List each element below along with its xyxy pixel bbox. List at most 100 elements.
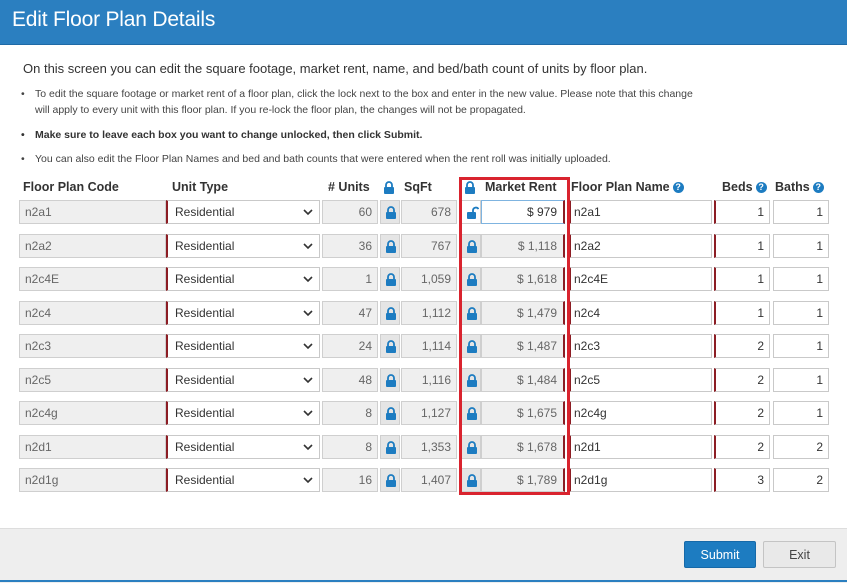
beds-field[interactable]: 2 (714, 434, 770, 459)
sqft-field[interactable]: 1,112 (401, 300, 457, 325)
sqft-field[interactable]: 1,059 (401, 267, 457, 291)
market-rent-field[interactable]: $ 1,618 (481, 267, 565, 291)
unit-type-value: Residential (175, 339, 235, 353)
floor-plan-code-field: n2a1 (19, 200, 166, 224)
sqft-lock-icon[interactable] (380, 267, 400, 291)
unit-type-select[interactable]: Residential (166, 367, 320, 392)
instructions-list: • To edit the square footage or market re… (20, 86, 700, 167)
market-rent-field[interactable]: $ 979 (481, 200, 565, 224)
header-baths: Baths? (775, 180, 824, 194)
help-icon[interactable]: ? (812, 182, 824, 193)
rent-unlock-icon[interactable] (461, 200, 481, 224)
instruction-text: You can also edit the Floor Plan Names a… (35, 153, 611, 165)
baths-field[interactable]: 1 (773, 401, 829, 425)
sqft-lock-icon[interactable] (380, 200, 400, 224)
rent-lock-icon[interactable] (461, 401, 481, 425)
beds-field[interactable]: 2 (714, 367, 770, 392)
sqft-header-lock-icon[interactable] (383, 181, 395, 194)
sqft-lock-icon[interactable] (380, 401, 400, 425)
unit-type-value: Residential (175, 238, 235, 253)
unit-type-value: Residential (175, 372, 235, 387)
units-field: 8 (322, 434, 378, 459)
baths-field[interactable]: 1 (773, 233, 829, 258)
baths-field[interactable]: 1 (773, 200, 829, 224)
header-beds-label: Beds (722, 180, 753, 194)
beds-field[interactable]: 2 (714, 334, 770, 358)
beds-field[interactable]: 2 (714, 401, 770, 425)
baths-field[interactable]: 1 (773, 267, 829, 291)
baths-field[interactable]: 2 (773, 468, 829, 492)
beds-field[interactable]: 1 (714, 233, 770, 258)
baths-field[interactable]: 1 (773, 334, 829, 358)
table-row: n2a2 Residential 36 767 $ 1,118 n2a2 1 1 (0, 233, 847, 258)
intro-text: On this screen you can edit the square f… (23, 61, 648, 76)
baths-field[interactable]: 2 (773, 434, 829, 459)
floor-plan-name-field[interactable]: n2c3 (569, 334, 712, 358)
floor-plan-name-field[interactable]: n2c4E (569, 267, 712, 291)
sqft-field[interactable]: 1,114 (401, 334, 457, 358)
unit-type-select[interactable]: Residential (166, 300, 320, 325)
rent-lock-icon[interactable] (461, 334, 481, 358)
floor-plan-name-field[interactable]: n2c4g (569, 401, 712, 425)
sqft-lock-icon[interactable] (380, 468, 400, 492)
header-floor-plan-name-label: Floor Plan Name (571, 180, 670, 194)
unit-type-value: Residential (175, 473, 235, 487)
sqft-field[interactable]: 1,407 (401, 468, 457, 492)
sqft-lock-icon[interactable] (380, 367, 400, 392)
sqft-lock-icon[interactable] (380, 434, 400, 459)
rent-lock-icon[interactable] (461, 300, 481, 325)
units-field: 16 (322, 468, 378, 492)
market-rent-field[interactable]: $ 1,484 (481, 367, 565, 392)
unit-type-value: Residential (175, 305, 235, 320)
beds-field[interactable]: 1 (714, 200, 770, 224)
floor-plan-code-field: n2c4 (19, 300, 166, 325)
sqft-lock-icon[interactable] (380, 233, 400, 258)
rent-lock-icon[interactable] (461, 468, 481, 492)
header-baths-label: Baths (775, 180, 810, 194)
beds-field[interactable]: 3 (714, 468, 770, 492)
header-unit-type: Unit Type (172, 180, 229, 194)
unit-type-select[interactable]: Residential (166, 401, 320, 425)
rent-lock-icon[interactable] (461, 233, 481, 258)
market-rent-field[interactable]: $ 1,118 (481, 233, 565, 258)
floor-plan-name-field[interactable]: n2d1 (569, 434, 712, 459)
beds-field[interactable]: 1 (714, 267, 770, 291)
baths-field[interactable]: 1 (773, 300, 829, 325)
help-icon[interactable]: ? (672, 182, 684, 193)
submit-button[interactable]: Submit (684, 541, 756, 568)
unit-type-select[interactable]: Residential (166, 233, 320, 258)
market-rent-field[interactable]: $ 1,789 (481, 468, 565, 492)
floor-plan-name-field[interactable]: n2c5 (569, 367, 712, 392)
rent-lock-icon[interactable] (461, 267, 481, 291)
floor-plan-code-field: n2c4g (19, 401, 166, 425)
baths-field[interactable]: 1 (773, 367, 829, 392)
sqft-field[interactable]: 1,353 (401, 434, 457, 459)
sqft-field[interactable]: 1,127 (401, 401, 457, 425)
floor-plan-name-field[interactable]: n2c4 (569, 300, 712, 325)
sqft-field[interactable]: 678 (401, 200, 457, 224)
sqft-lock-icon[interactable] (380, 334, 400, 358)
floor-plan-code-field: n2c3 (19, 334, 166, 358)
market-rent-field[interactable]: $ 1,479 (481, 300, 565, 325)
unit-type-select[interactable]: Residential (166, 434, 320, 459)
sqft-lock-icon[interactable] (380, 300, 400, 325)
unit-type-select[interactable]: Residential (166, 267, 320, 291)
market-rent-field[interactable]: $ 1,678 (481, 434, 565, 459)
market-rent-field[interactable]: $ 1,675 (481, 401, 565, 425)
floor-plan-name-field[interactable]: n2a1 (569, 200, 712, 224)
rent-lock-icon[interactable] (461, 367, 481, 392)
floor-plan-name-field[interactable]: n2d1g (569, 468, 712, 492)
rent-header-lock-icon[interactable] (464, 181, 476, 194)
market-rent-field[interactable]: $ 1,487 (481, 334, 565, 358)
table-row: n2c5 Residential 48 1,116 $ 1,484 n2c5 2 1 (0, 367, 847, 392)
unit-type-select[interactable]: Residential (166, 468, 320, 492)
unit-type-select[interactable]: Residential (166, 200, 320, 224)
exit-button[interactable]: Exit (763, 541, 836, 568)
sqft-field[interactable]: 767 (401, 233, 457, 258)
floor-plan-name-field[interactable]: n2a2 (569, 233, 712, 258)
help-icon[interactable]: ? (755, 182, 767, 193)
rent-lock-icon[interactable] (461, 434, 481, 459)
sqft-field[interactable]: 1,116 (401, 367, 457, 392)
beds-field[interactable]: 1 (714, 300, 770, 325)
unit-type-select[interactable]: Residential (166, 334, 320, 358)
